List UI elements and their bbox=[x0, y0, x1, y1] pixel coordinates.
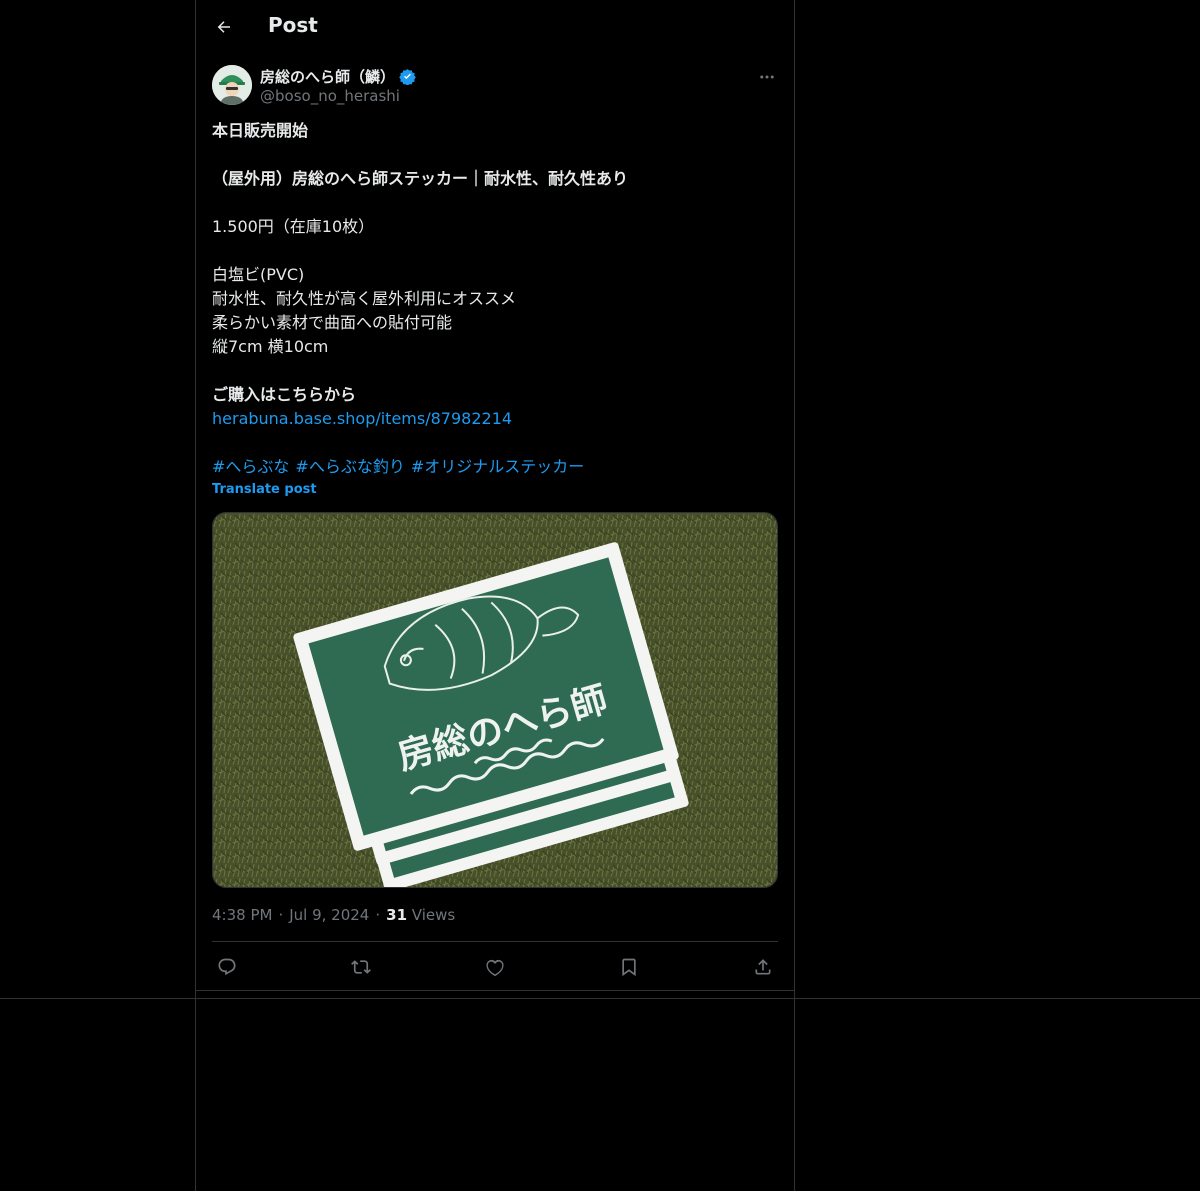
hashtag-link[interactable]: #へらぶな釣り bbox=[295, 457, 404, 476]
action-bar bbox=[212, 952, 778, 982]
back-arrow-icon[interactable] bbox=[210, 13, 238, 41]
post-meta: 4:38 PM · Jul 9, 2024 · 31 Views bbox=[212, 906, 455, 924]
post: 房総のへら師（鱗） @boso_no_herashi 本日販売開始 （屋外用）房総… bbox=[212, 64, 778, 977]
post-text-line: 本日販売開始 bbox=[212, 121, 309, 140]
post-text-line: 白塩ビ(PVC) bbox=[212, 265, 305, 284]
bookmark-icon[interactable] bbox=[614, 952, 644, 982]
reply-icon[interactable] bbox=[212, 952, 242, 982]
post-text-line: ご購入はこちらから bbox=[212, 385, 357, 404]
post-bottom-border bbox=[196, 990, 794, 991]
views-label: Views bbox=[411, 906, 456, 924]
post-text-line: 1.500円（在庫10枚） bbox=[212, 217, 375, 236]
author-row: 房総のへら師（鱗） @boso_no_herashi bbox=[212, 64, 778, 106]
post-header: Post bbox=[196, 0, 794, 54]
page-divider bbox=[0, 998, 1200, 999]
meta-separator: · bbox=[375, 906, 381, 924]
hashtag-link[interactable]: #オリジナルステッカー bbox=[411, 457, 584, 476]
more-options-icon[interactable] bbox=[756, 66, 778, 88]
avatar[interactable] bbox=[212, 65, 252, 105]
post-time[interactable]: 4:38 PM bbox=[212, 906, 272, 924]
post-text-line: 縦7cm 横10cm bbox=[212, 337, 329, 356]
meta-separator: · bbox=[278, 906, 284, 924]
right-column-border bbox=[794, 0, 795, 1191]
repost-icon[interactable] bbox=[346, 952, 376, 982]
author-handle[interactable]: @boso_no_herashi bbox=[260, 87, 400, 105]
like-icon[interactable] bbox=[480, 952, 510, 982]
post-text-line: 耐水性、耐久性が高く屋外利用にオススメ bbox=[212, 289, 517, 308]
author-name-text: 房総のへら師（鱗） bbox=[260, 68, 396, 86]
share-icon[interactable] bbox=[748, 952, 778, 982]
left-column-border bbox=[195, 0, 196, 1191]
purchase-link[interactable]: herabuna.base.shop/items/87982214 bbox=[212, 409, 512, 428]
post-lines: 本日販売開始 （屋外用）房総のへら師ステッカー｜耐水性、耐久性あり 1.500円（在… bbox=[212, 119, 778, 407]
post-image[interactable]: 房総のへら師 bbox=[212, 512, 778, 888]
actions-divider bbox=[212, 941, 778, 942]
views-count: 31 bbox=[386, 906, 408, 924]
post-text-line: 柔らかい素材で曲面への貼付可能 bbox=[212, 313, 453, 332]
purchase-link-line: herabuna.base.shop/items/87982214 bbox=[212, 407, 778, 431]
page-title: Post bbox=[268, 13, 318, 37]
verified-badge-icon bbox=[399, 68, 416, 89]
translate-post-button[interactable]: Translate post bbox=[212, 482, 317, 497]
post-text-line: （屋外用）房総のへら師ステッカー｜耐水性、耐久性あり bbox=[212, 169, 629, 188]
post-date[interactable]: Jul 9, 2024 bbox=[289, 906, 369, 924]
hashtag-link[interactable]: #へらぶな bbox=[212, 457, 289, 476]
author-name[interactable]: 房総のへら師（鱗） bbox=[260, 66, 416, 89]
post-text: 本日販売開始 （屋外用）房総のへら師ステッカー｜耐水性、耐久性あり 1.500円（在… bbox=[212, 119, 778, 479]
hashtags: #へらぶな #へらぶな釣り #オリジナルステッカー bbox=[212, 455, 778, 479]
